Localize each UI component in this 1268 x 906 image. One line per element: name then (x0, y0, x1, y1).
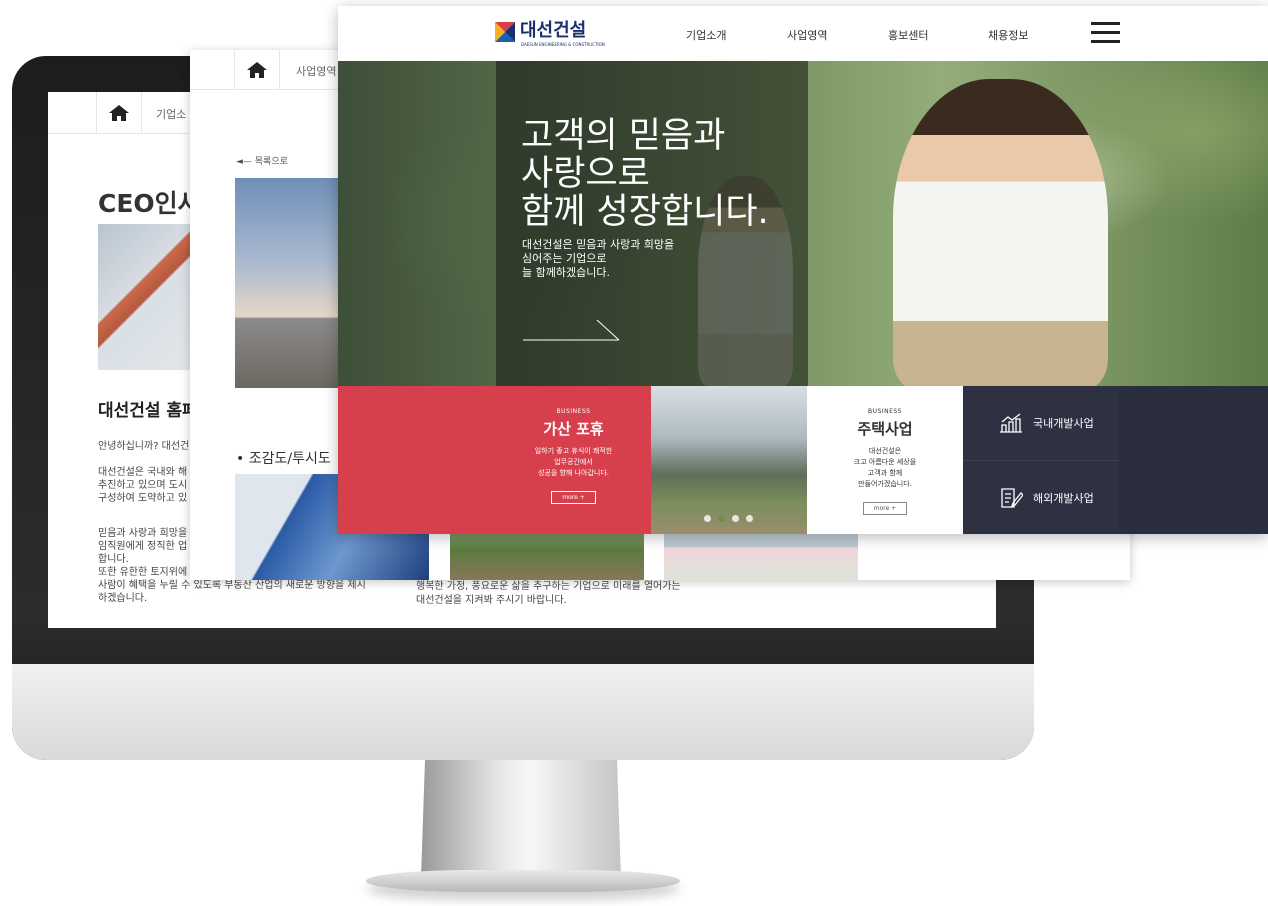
business-photo-slider (651, 386, 807, 534)
home-button[interactable] (96, 92, 142, 134)
hamburger-menu-icon[interactable] (1091, 22, 1120, 43)
home-button[interactable] (234, 50, 280, 90)
arrow-right-icon[interactable] (523, 319, 621, 341)
menu-business[interactable]: 사업영역 (787, 27, 827, 43)
business-title: 가산 포휴 (543, 420, 604, 438)
slider-dot[interactable] (732, 515, 739, 522)
document-edit-icon (1001, 488, 1023, 508)
business-card-gasan[interactable]: BUSINESS 가산 포휴 일하기 좋고 휴식이 쾌적한 업무공간에서 성공을… (496, 386, 651, 534)
breadcrumb[interactable]: 사업영역 (296, 63, 336, 79)
link-label: 해외개발사업 (1033, 492, 1094, 505)
slider-dot[interactable] (704, 515, 711, 522)
ceo-heading: 대선건설 홈페 (98, 401, 198, 421)
hero-child-figure (893, 79, 1108, 386)
chart-icon (1000, 413, 1022, 433)
main-page-window: 대선건설 DAESUN ENGINEERING & CONSTRUCTION 기… (338, 6, 1268, 534)
logo-subtext: DAESUN ENGINEERING & CONSTRUCTION (521, 42, 605, 47)
section-title: • 조감도/투시도 (236, 451, 331, 467)
site-header: 대선건설 DAESUN ENGINEERING & CONSTRUCTION 기… (338, 6, 1268, 61)
business-description: 대선건설은 크고 아름다운 세상을 고객과 함께 만들어가겠습니다. (853, 447, 917, 488)
home-icon (247, 62, 267, 78)
more-button[interactable]: more + (551, 491, 596, 504)
business-card-housing[interactable]: BUSINESS 주택사업 대선건설은 크고 아름다운 세상을 고객과 함께 만… (807, 386, 963, 534)
breadcrumb[interactable]: 기업소 (156, 106, 186, 122)
back-to-list-link[interactable]: ◄— 목록으로 (236, 154, 288, 167)
hero-title: 고객의 믿음과 사랑으로 함께 성장합니다. (521, 116, 769, 232)
development-links-panel: 국내개발사업 해외개발사업 (963, 386, 1119, 534)
logo-text: 대선건설 (520, 20, 587, 41)
slider-dot[interactable] (746, 515, 753, 522)
business-label: BUSINESS (868, 408, 902, 415)
more-button[interactable]: more + (862, 502, 908, 515)
menu-careers[interactable]: 채용정보 (988, 27, 1028, 43)
site-logo[interactable]: 대선건설 DAESUN ENGINEERING & CONSTRUCTION (495, 20, 605, 47)
project-image (235, 178, 339, 388)
monitor-stand-base (366, 870, 680, 892)
domestic-development-link[interactable]: 국내개발사업 (963, 386, 1119, 460)
monitor-chin (12, 664, 1034, 760)
slider-dot-active[interactable] (718, 515, 725, 522)
overseas-development-link[interactable]: 해외개발사업 (963, 461, 1119, 534)
page-title: CEO인사 (98, 189, 201, 218)
logo-mark-icon (495, 22, 515, 42)
business-label: BUSINESS (556, 408, 591, 415)
business-description: 일하기 좋고 휴식이 쾌적한 업무공간에서 성공을 향해 나아갑니다. (534, 447, 613, 477)
business-title: 주택사업 (857, 420, 913, 438)
menu-company[interactable]: 기업소개 (686, 27, 726, 43)
monitor-stand (421, 760, 621, 878)
home-icon (109, 105, 129, 121)
slider-dots[interactable] (704, 515, 753, 522)
business-closing-text: 행복한 가정, 풍요로운 삶을 추구하는 기업으로 미래를 열어가는 대선건설을… (416, 581, 681, 606)
hero-banner: 고객의 믿음과 사랑으로 함께 성장합니다. 대선건설은 믿음과 사랑과 희망을… (338, 61, 1268, 386)
menu-pr[interactable]: 홍보센터 (888, 27, 928, 43)
link-label: 국내개발사업 (1033, 417, 1094, 430)
red-panel (338, 386, 496, 534)
ceo-building-image (98, 224, 198, 370)
dark-panel (1119, 386, 1268, 534)
mockup-stage: 기업소 CEO인사 대선건설 홈페 안녕하십니까? 대선건 대선건설은 국내와 … (0, 0, 1268, 906)
hero-description: 대선건설은 믿음과 사랑과 희망을 심어주는 기업으로 늘 함께하겠습니다. (522, 238, 675, 279)
